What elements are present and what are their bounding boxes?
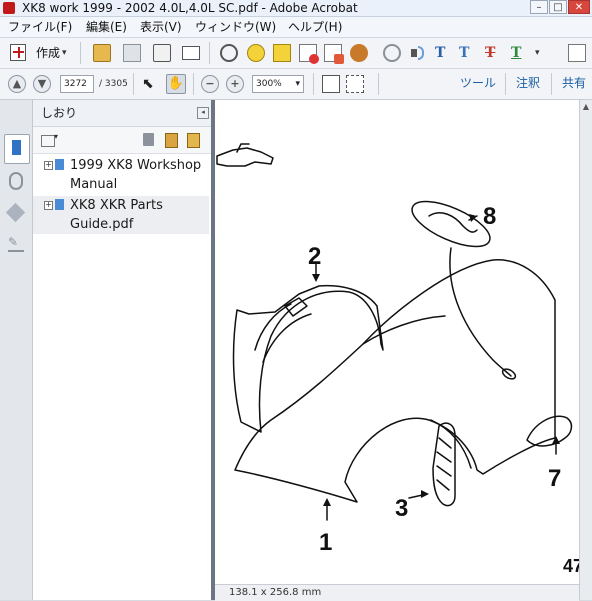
bookmarks-title: しおり — [41, 106, 78, 120]
bookmark-icon — [12, 140, 21, 155]
layers-icon[interactable] — [5, 202, 26, 223]
create-doc-icon — [10, 44, 26, 61]
minimize-button[interactable]: – — [530, 0, 548, 14]
title-bar: XK8 work 1999 - 2002 4.0L,4.0L SC.pdf - … — [0, 0, 592, 17]
expand-icon[interactable] — [568, 44, 586, 62]
window-title: XK8 work 1999 - 2002 4.0L,4.0L SC.pdf - … — [22, 1, 358, 15]
side-vent — [432, 422, 456, 507]
delete-page-icon[interactable] — [299, 44, 319, 64]
new-bookmark-icon[interactable] — [165, 133, 178, 148]
callout-1: 1 — [319, 529, 332, 556]
options-caret-icon[interactable]: ▾ — [54, 132, 58, 141]
attachment-icon[interactable] — [9, 172, 23, 190]
bookmarks-header: しおり ◂ — [33, 100, 211, 127]
bookmarks-tab[interactable] — [4, 134, 30, 164]
open-folder-icon[interactable] — [93, 44, 111, 62]
menu-window[interactable]: ウィンドウ(W) — [195, 17, 276, 37]
menu-file[interactable]: ファイル(F) — [8, 17, 72, 37]
bookmark-icon — [55, 199, 64, 210]
bookmarks-toolbar: ▾ — [33, 127, 211, 154]
navigation-toolbar: ▲ ▼ 3272 / 3305 ⬉ ✋ − + 300% ▾ ツール 注釈 共有 — [0, 69, 592, 100]
zoom-in-button[interactable]: + — [226, 75, 244, 93]
email-icon[interactable] — [182, 46, 200, 60]
callout-8: 8 — [483, 203, 496, 230]
create-label: 作成 — [36, 46, 61, 60]
text-edit-icon[interactable]: T — [435, 44, 453, 62]
acrobat-app-icon — [3, 2, 15, 14]
callout-7: 7 — [548, 465, 561, 492]
marker-light — [526, 415, 573, 447]
parts-diagram: 8 2 3 7 1 47 — [216, 143, 579, 576]
strikethrough-icon[interactable]: T — [485, 44, 503, 62]
status-bar: 138.1 x 256.8 mm — [215, 584, 579, 601]
link-icon[interactable] — [383, 44, 401, 62]
bookmarks-panel: しおり ◂ ▾ + 1999 XK8 Workshop Manual + XK8… — [33, 100, 212, 600]
create-button[interactable]: 作成 ▾ — [6, 43, 70, 63]
bookmark-item-parts-guide[interactable]: + XK8 XKR Parts Guide.pdf — [33, 196, 209, 234]
share-pane-link[interactable]: 共有 — [562, 74, 586, 92]
expand-toggle[interactable]: + — [44, 201, 53, 210]
next-page-button[interactable]: ▼ — [33, 75, 51, 93]
create-caret: ▾ — [62, 48, 67, 58]
audio-icon[interactable] — [409, 44, 427, 62]
tools-pane-link[interactable]: ツール — [460, 74, 496, 92]
expand-bookmark-icon[interactable] — [187, 133, 200, 148]
collapse-panel-icon[interactable]: ◂ — [197, 107, 209, 119]
bracket-part — [216, 143, 274, 167]
menu-bar: ファイル(F) 編集(E) 表示(V) ウィンドウ(W) ヘルプ(H) — [0, 17, 592, 38]
select-cursor-icon[interactable]: ⬉ — [142, 75, 160, 93]
save-icon[interactable] — [123, 44, 141, 62]
bookmark-label: 1999 XK8 Workshop Manual — [70, 158, 202, 192]
delete-bookmark-icon[interactable] — [143, 133, 154, 146]
front-fender — [234, 259, 556, 503]
page-number-input[interactable]: 3272 — [60, 75, 94, 93]
zoom-level-input[interactable]: 300% ▾ — [252, 75, 304, 93]
menu-view[interactable]: 表示(V) — [140, 17, 182, 37]
callout-2: 2 — [308, 243, 321, 270]
highlight-icon[interactable]: T — [511, 44, 529, 62]
settings-icon[interactable] — [220, 44, 238, 62]
zoom-caret[interactable]: ▾ — [295, 76, 300, 92]
options-menu-icon[interactable] — [41, 135, 55, 147]
comment-pane-link[interactable]: 注釈 — [516, 74, 540, 92]
stamp-icon[interactable] — [324, 44, 344, 64]
bookmark-icon — [55, 159, 64, 170]
fender-liner — [232, 284, 384, 433]
sticky-note-icon[interactable] — [273, 44, 291, 62]
page-dimensions: 138.1 x 256.8 mm — [229, 587, 322, 598]
main-toolbar: 作成 ▾ T T T T ▾ — [0, 38, 592, 69]
document-page[interactable]: 8 2 3 7 1 47 — [215, 100, 579, 584]
comment-icon[interactable] — [247, 44, 265, 62]
maximize-button[interactable]: □ — [549, 0, 567, 14]
toolbar-more-icon[interactable]: ▾ — [535, 46, 545, 64]
previous-page-button[interactable]: ▲ — [8, 75, 26, 93]
menu-edit[interactable]: 編集(E) — [86, 17, 127, 37]
zoom-value: 300% — [256, 79, 282, 89]
fit-page-icon[interactable] — [322, 75, 340, 93]
zoom-out-button[interactable]: − — [201, 75, 219, 93]
page-number: 47 — [563, 556, 579, 576]
user-stamp-icon[interactable] — [350, 44, 368, 62]
text-replace-icon[interactable]: T — [459, 44, 477, 62]
scroll-up-icon[interactable]: ▲ — [581, 102, 591, 112]
print-icon[interactable] — [153, 44, 171, 62]
menu-help[interactable]: ヘルプ(H) — [288, 17, 342, 37]
close-button[interactable]: ✕ — [568, 0, 590, 14]
bookmark-label: XK8 XKR Parts Guide.pdf — [70, 198, 163, 232]
navigation-rail: ✎ — [0, 100, 33, 600]
bookmark-item-workshop-manual[interactable]: + 1999 XK8 Workshop Manual — [33, 156, 209, 196]
hand-tool-icon[interactable]: ✋ — [166, 74, 186, 94]
vertical-scrollbar[interactable]: ▲ — [579, 100, 592, 600]
callout-3: 3 — [395, 495, 408, 522]
page-total: / 3305 — [99, 79, 128, 89]
signature-icon[interactable]: ✎ — [8, 236, 24, 252]
expand-toggle[interactable]: + — [44, 161, 53, 170]
full-screen-icon[interactable] — [346, 75, 364, 93]
